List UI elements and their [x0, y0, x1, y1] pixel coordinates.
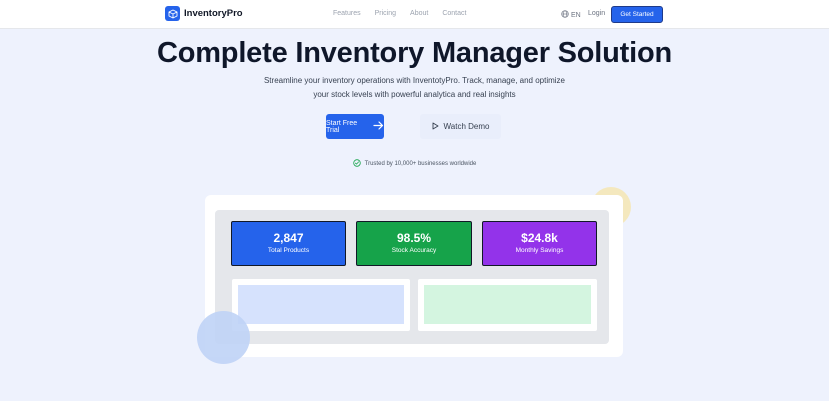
login-link[interactable]: Login	[588, 10, 605, 17]
stat-label: Total Products	[267, 247, 310, 254]
nav-link-about[interactable]: About	[410, 10, 428, 17]
language-label: EN	[571, 11, 581, 19]
start-free-trial-button[interactable]: Start Free Trial	[326, 114, 384, 139]
decorative-circle-blue	[197, 311, 250, 364]
hero-subtitle-line-1: Streamline your inventory operations wit…	[263, 76, 566, 85]
watch-demo-button[interactable]: Watch Demo	[420, 114, 501, 139]
stat-card-total-products: 2,847 Total Products	[231, 221, 346, 266]
trusted-text: Trusted by 10,000+ businesses worldwide	[364, 161, 477, 167]
brand-name: InventoryPro	[184, 8, 243, 19]
brand-logo[interactable]: InventoryPro	[165, 6, 243, 21]
globe-icon	[561, 10, 569, 20]
nav-link-contact[interactable]: Contact	[442, 10, 466, 17]
chart-placeholder-blue	[238, 285, 404, 324]
chart-panel-left	[232, 279, 410, 331]
watch-demo-label: Watch Demo	[443, 122, 490, 131]
dashboard-preview	[205, 195, 623, 357]
trusted-badge: Trusted by 10,000+ businesses worldwide	[0, 159, 829, 169]
stat-label: Monthly Savings	[515, 247, 564, 254]
stat-card-monthly-savings: $24.8k Monthly Savings	[482, 221, 597, 266]
chart-placeholder-green	[424, 285, 591, 324]
hero-subtitle-line-2: your stock levels with powerful analytic…	[313, 90, 516, 99]
stat-label: Stock Accuracy	[391, 247, 437, 254]
get-started-button[interactable]: Get Started	[611, 6, 663, 23]
stat-value: 98.5%	[396, 231, 432, 245]
top-nav: InventoryPro Features Pricing About Cont…	[0, 0, 829, 29]
nav-links: Features Pricing About Contact	[333, 10, 466, 17]
chart-panel-right	[418, 279, 597, 331]
play-icon	[432, 122, 439, 132]
stat-value: 2,847	[273, 231, 304, 245]
cube-icon	[165, 6, 180, 21]
language-selector[interactable]: EN	[561, 10, 581, 20]
arrow-right-icon	[373, 121, 384, 132]
nav-link-features[interactable]: Features	[333, 10, 361, 17]
stat-card-stock-accuracy: 98.5% Stock Accuracy	[356, 221, 472, 266]
start-free-trial-label: Start Free Trial	[326, 119, 358, 134]
check-circle-icon	[352, 159, 361, 169]
stat-value: $24.8k	[521, 231, 558, 245]
hero-title: Complete Inventory Manager Solution	[156, 37, 673, 69]
nav-link-pricing[interactable]: Pricing	[375, 10, 396, 17]
